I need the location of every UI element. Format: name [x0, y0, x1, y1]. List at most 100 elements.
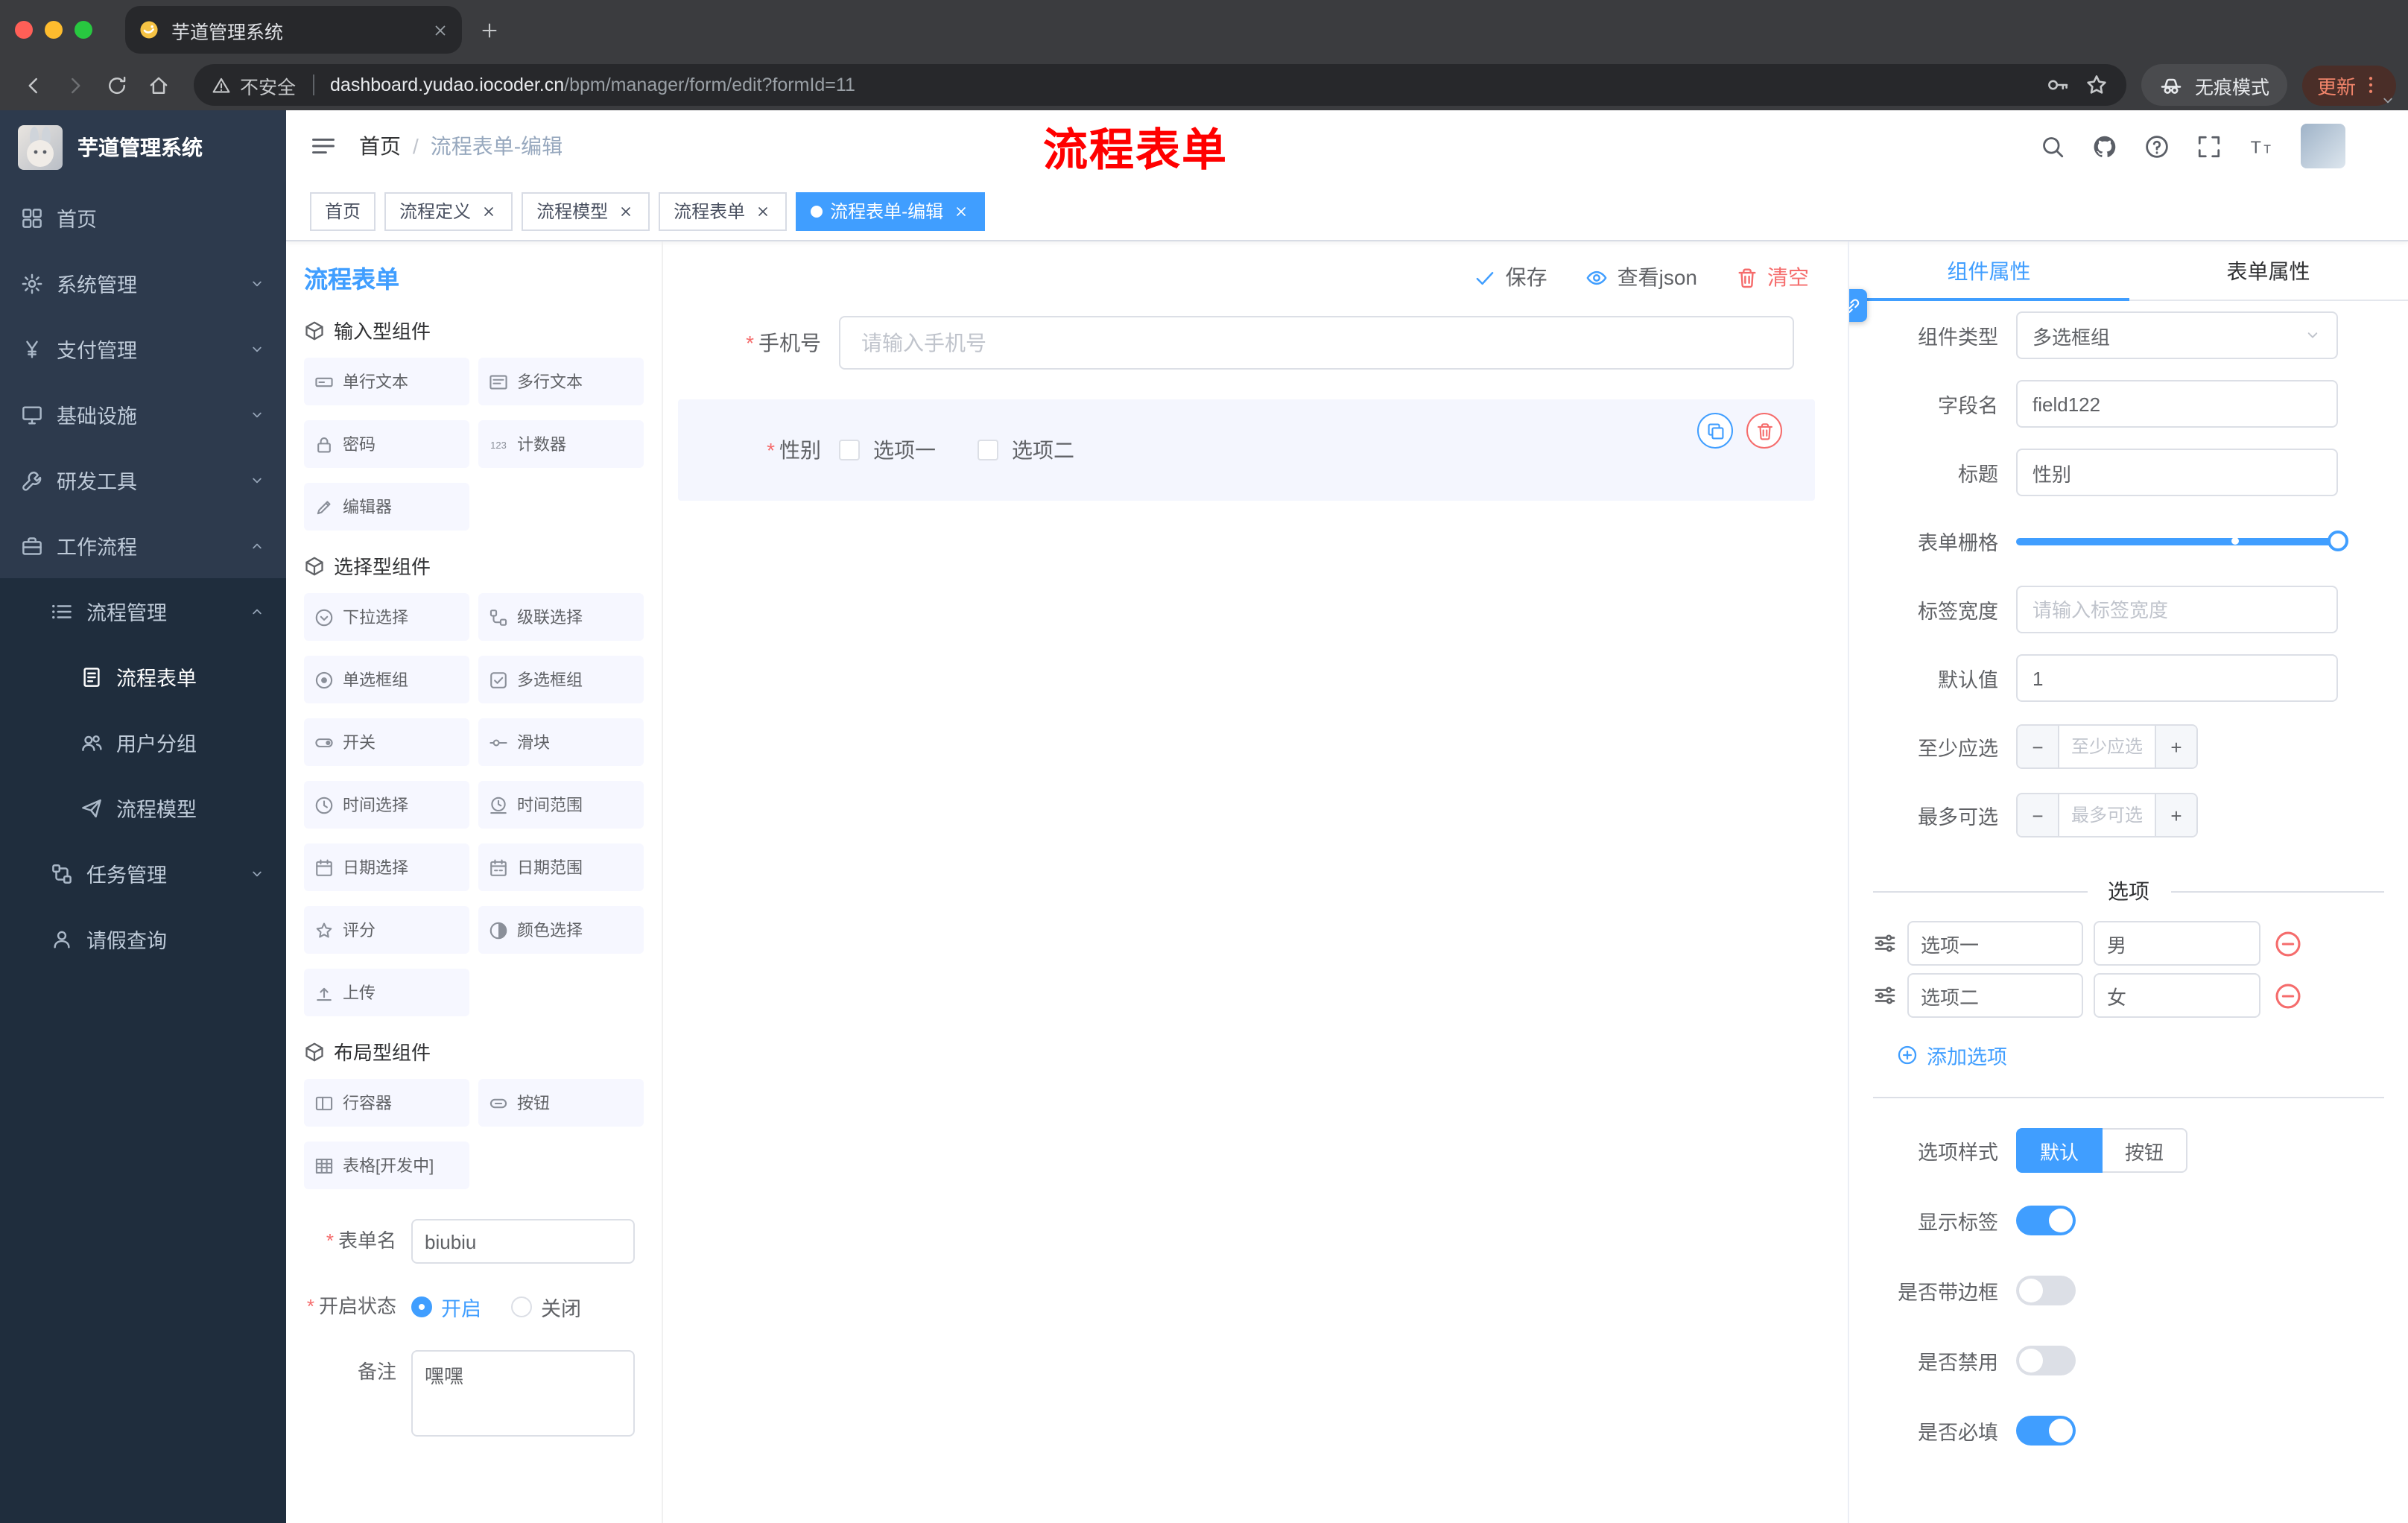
palette-item[interactable]: 开关 — [304, 718, 469, 766]
sidebar-item-home[interactable]: 首页 — [0, 185, 286, 250]
fullscreen-icon[interactable] — [2187, 125, 2229, 167]
palette-item[interactable]: 评分 — [304, 906, 469, 954]
component-doc-link[interactable] — [1849, 289, 1867, 322]
font-size-icon[interactable]: TT — [2240, 125, 2281, 167]
sidebar-item-leave-query[interactable]: 请假查询 — [0, 906, 286, 972]
add-option-button[interactable]: 添加选项 — [1897, 1040, 2007, 1070]
decrease-button[interactable]: − — [2018, 726, 2059, 767]
default-value-input[interactable] — [2016, 654, 2338, 702]
palette-item[interactable]: 上传 — [304, 969, 469, 1016]
password-key-icon[interactable] — [2046, 73, 2070, 97]
view-json-button[interactable]: 查看json — [1586, 262, 1697, 292]
window-close-button[interactable] — [15, 21, 33, 39]
user-avatar[interactable] — [2301, 124, 2345, 168]
checkbox-option[interactable]: 选项二 — [978, 435, 1074, 465]
bookmark-star-icon[interactable] — [2085, 73, 2108, 97]
toolbar-collapse-chevron[interactable] — [2380, 92, 2396, 109]
option-name-input[interactable] — [1907, 921, 2083, 966]
phone-input[interactable] — [839, 316, 1794, 370]
back-button[interactable] — [12, 64, 54, 106]
checkbox-box[interactable] — [978, 440, 998, 460]
tag-close-icon[interactable] — [752, 201, 772, 221]
toggle-switch[interactable] — [2016, 1345, 2076, 1375]
home-button[interactable] — [137, 64, 179, 106]
form-name-input[interactable] — [411, 1219, 635, 1264]
slider-handle[interactable] — [2328, 531, 2348, 551]
props-tab-0[interactable]: 组件属性 — [1849, 241, 2129, 301]
hamburger-icon[interactable] — [310, 133, 337, 159]
palette-item[interactable]: 表格[开发中] — [304, 1142, 469, 1189]
tag-1[interactable]: 流程定义 — [384, 191, 513, 230]
sidebar-item-process-form[interactable]: 流程表单 — [0, 644, 286, 709]
palette-item[interactable]: 滑块 — [478, 718, 644, 766]
increase-button[interactable]: + — [2155, 794, 2196, 836]
tab-close-icon[interactable] — [432, 22, 449, 38]
palette-item[interactable]: 级联选择 — [478, 593, 644, 641]
window-minimize-button[interactable] — [45, 21, 63, 39]
sidebar-item-system-management[interactable]: 系统管理 — [0, 250, 286, 316]
remove-option-button[interactable] — [2274, 981, 2302, 1010]
selected-component[interactable]: 性别 选项一 选项二 — [678, 399, 1815, 501]
window-zoom-button[interactable] — [75, 21, 92, 39]
sidebar-item-process-model[interactable]: 流程模型 — [0, 775, 286, 840]
status-radio[interactable]: 开启 — [411, 1292, 481, 1322]
palette-item[interactable]: 按钮 — [478, 1079, 644, 1127]
copy-component-button[interactable] — [1697, 413, 1733, 449]
sidebar-item-process-management[interactable]: 流程管理 — [0, 578, 286, 644]
palette-item[interactable]: 时间选择 — [304, 781, 469, 829]
browser-tab[interactable]: 芋道管理系统 — [125, 6, 462, 54]
toggle-switch[interactable] — [2016, 1415, 2076, 1445]
phone-field-row[interactable]: 手机号 — [681, 316, 1794, 370]
palette-item[interactable]: 密码 — [304, 420, 469, 468]
forward-button[interactable] — [54, 64, 95, 106]
stepper-input[interactable] — [2059, 794, 2155, 836]
palette-item[interactable]: 123 计数器 — [478, 420, 644, 468]
checkbox-box[interactable] — [839, 440, 860, 460]
tag-4[interactable]: 流程表单-编辑 — [796, 191, 986, 230]
tag-close-icon[interactable] — [478, 201, 498, 221]
field-name-input[interactable] — [2016, 380, 2338, 428]
checkbox-option[interactable]: 选项一 — [839, 435, 936, 465]
sidebar-item-payment-management[interactable]: 支付管理 — [0, 316, 286, 381]
props-tab-1[interactable]: 表单属性 — [2129, 241, 2408, 300]
palette-item[interactable]: 多行文本 — [478, 358, 644, 405]
palette-item[interactable]: 日期选择 — [304, 843, 469, 891]
drag-handle-icon[interactable] — [1873, 931, 1897, 955]
tag-close-icon[interactable] — [951, 201, 970, 221]
drag-handle-icon[interactable] — [1873, 984, 1897, 1007]
component-type-select[interactable]: 多选框组 — [2016, 311, 2338, 359]
palette-item[interactable]: 下拉选择 — [304, 593, 469, 641]
tag-3[interactable]: 流程表单 — [659, 191, 788, 230]
palette-item[interactable]: 多选框组 — [478, 656, 644, 703]
github-icon[interactable] — [2083, 125, 2125, 167]
help-icon[interactable] — [2135, 125, 2177, 167]
remove-option-button[interactable] — [2274, 929, 2302, 957]
sidebar-item-user-group[interactable]: 用户分组 — [0, 709, 286, 775]
palette-item[interactable]: 时间范围 — [478, 781, 644, 829]
sidebar-item-dev-tools[interactable]: 研发工具 — [0, 447, 286, 513]
tag-close-icon[interactable] — [615, 201, 635, 221]
stepper-input[interactable] — [2059, 726, 2155, 767]
option-name-input[interactable] — [1907, 973, 2083, 1018]
status-radio[interactable]: 关闭 — [511, 1292, 581, 1322]
title-input[interactable] — [2016, 449, 2338, 496]
breadcrumb-home[interactable]: 首页 — [359, 131, 401, 161]
new-tab-button[interactable] — [480, 20, 499, 39]
app-logo[interactable]: 芋道管理系统 — [0, 110, 286, 185]
form-grid-slider[interactable] — [2016, 517, 2348, 565]
palette-item[interactable]: 单选框组 — [304, 656, 469, 703]
option-style-choice-0[interactable]: 默认 — [2016, 1128, 2103, 1173]
palette-item[interactable]: 行容器 — [304, 1079, 469, 1127]
tag-0[interactable]: 首页 — [310, 191, 376, 230]
toggle-switch[interactable] — [2016, 1205, 2076, 1235]
option-value-input[interactable] — [2094, 921, 2260, 966]
menu-dots-icon[interactable] — [2360, 75, 2381, 95]
increase-button[interactable]: + — [2155, 726, 2196, 767]
option-value-input[interactable] — [2094, 973, 2260, 1018]
toggle-switch[interactable] — [2016, 1275, 2076, 1305]
delete-component-button[interactable] — [1746, 413, 1782, 449]
save-button[interactable]: 保存 — [1474, 262, 1547, 292]
label-width-input[interactable] — [2016, 586, 2338, 633]
sidebar-item-workflow[interactable]: 工作流程 — [0, 513, 286, 578]
search-icon[interactable] — [2031, 125, 2073, 167]
